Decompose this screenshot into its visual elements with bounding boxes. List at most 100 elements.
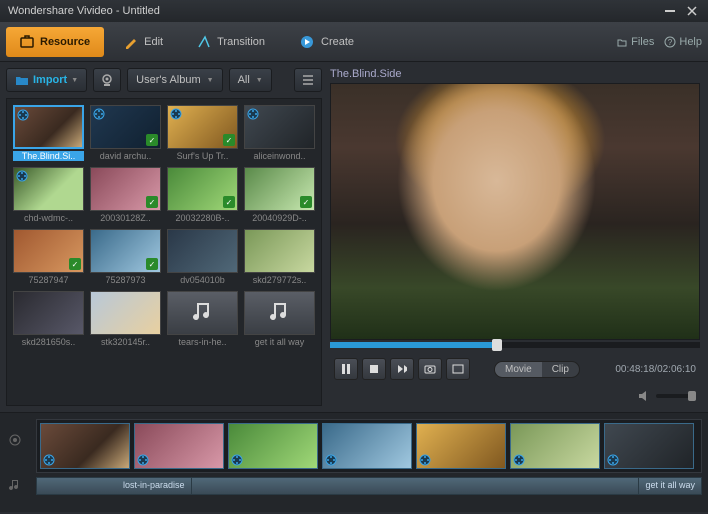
progress-handle[interactable] bbox=[492, 339, 502, 351]
timeline-clip[interactable] bbox=[322, 423, 412, 469]
next-button[interactable] bbox=[390, 358, 414, 380]
timeline-clip[interactable] bbox=[416, 423, 506, 469]
media-thumb[interactable]: chd-wdmc-.. bbox=[13, 167, 84, 223]
view-mode-button[interactable] bbox=[294, 68, 322, 92]
media-thumb[interactable]: aliceinwond.. bbox=[244, 105, 315, 161]
video-badge-icon bbox=[93, 108, 105, 120]
tab-label: Transition bbox=[217, 36, 265, 48]
thumb-label: 20040929D-.. bbox=[244, 213, 315, 223]
video-badge-icon bbox=[247, 108, 259, 120]
preview-viewport[interactable] bbox=[330, 83, 700, 340]
timeline-clip[interactable] bbox=[604, 423, 694, 469]
tab-resource[interactable]: Resource bbox=[6, 27, 104, 57]
thumb-label: Surf's Up Tr.. bbox=[167, 151, 238, 161]
check-icon: ✓ bbox=[146, 134, 158, 146]
tab-edit[interactable]: Edit bbox=[110, 27, 177, 57]
video-badge-icon bbox=[325, 454, 337, 466]
thumb-label: chd-wdmc-.. bbox=[13, 213, 84, 223]
thumb-image bbox=[244, 291, 315, 335]
help-icon: ? bbox=[664, 36, 676, 48]
media-thumb[interactable]: get it all way bbox=[244, 291, 315, 347]
progress-bar[interactable] bbox=[330, 342, 700, 348]
video-track[interactable] bbox=[36, 419, 702, 473]
audio-clip[interactable]: get it all way bbox=[638, 478, 701, 494]
timeline-clip[interactable] bbox=[228, 423, 318, 469]
tab-create[interactable]: Create bbox=[285, 27, 368, 57]
mode-clip[interactable]: Clip bbox=[542, 362, 579, 377]
music-icon bbox=[270, 301, 290, 325]
volume-icon[interactable] bbox=[638, 390, 652, 402]
media-thumb[interactable]: ✓ 20040929D-.. bbox=[244, 167, 315, 223]
timeline: lost-in-paradise get it all way bbox=[0, 412, 708, 512]
volume-slider[interactable] bbox=[656, 394, 696, 398]
list-icon bbox=[301, 74, 315, 86]
thumb-label: tears-in-he.. bbox=[167, 337, 238, 347]
media-thumb[interactable]: ✓75287973 bbox=[90, 229, 161, 285]
tab-transition[interactable]: Transition bbox=[183, 27, 279, 57]
timeline-clip[interactable] bbox=[40, 423, 130, 469]
timeline-settings-button[interactable] bbox=[5, 430, 25, 450]
filter-select[interactable]: All ▼ bbox=[229, 68, 272, 92]
audio-clip[interactable]: lost-in-paradise bbox=[117, 478, 192, 494]
files-button[interactable]: Files bbox=[616, 36, 654, 48]
thumb-label: 20032280B-.. bbox=[167, 213, 238, 223]
video-badge-icon bbox=[419, 454, 431, 466]
media-thumb[interactable]: ✓20030128Z.. bbox=[90, 167, 161, 223]
thumb-image: ✓ bbox=[167, 105, 238, 149]
help-label: Help bbox=[679, 36, 702, 48]
stop-button[interactable] bbox=[362, 358, 386, 380]
check-icon: ✓ bbox=[223, 196, 235, 208]
timeline-audio-button[interactable] bbox=[5, 475, 25, 495]
tab-label: Resource bbox=[40, 36, 90, 48]
media-thumb[interactable]: ✓75287947 bbox=[13, 229, 84, 285]
timeline-clip[interactable] bbox=[134, 423, 224, 469]
check-icon: ✓ bbox=[300, 196, 312, 208]
media-thumb[interactable]: ✓ 20032280B-.. bbox=[167, 167, 238, 223]
app-title: Wondershare Vivideo - Untitled bbox=[8, 5, 160, 17]
main-toolbar: Resource Edit Transition Create Files ? … bbox=[0, 22, 708, 62]
media-thumb[interactable]: dv054010b bbox=[167, 229, 238, 285]
video-badge-icon bbox=[231, 454, 243, 466]
media-thumb[interactable]: tears-in-he.. bbox=[167, 291, 238, 347]
preview-frame bbox=[331, 84, 699, 339]
check-icon: ✓ bbox=[146, 258, 158, 270]
thumb-image bbox=[167, 291, 238, 335]
help-button[interactable]: ? Help bbox=[664, 36, 702, 48]
media-thumb[interactable]: ✓david archu.. bbox=[90, 105, 161, 161]
thumb-image: ✓ bbox=[90, 229, 161, 273]
album-value: User's Album bbox=[136, 74, 200, 86]
import-button[interactable]: Import ▼ bbox=[6, 68, 87, 92]
thumb-image bbox=[244, 105, 315, 149]
video-badge-icon bbox=[607, 454, 619, 466]
pause-button[interactable] bbox=[334, 358, 358, 380]
create-icon bbox=[299, 34, 315, 50]
import-label: Import bbox=[33, 74, 67, 86]
check-icon: ✓ bbox=[146, 196, 158, 208]
mode-movie[interactable]: Movie bbox=[495, 362, 542, 377]
check-icon: ✓ bbox=[69, 258, 81, 270]
media-thumb[interactable]: The.Blind.Si.. bbox=[13, 105, 84, 161]
chevron-down-icon: ▼ bbox=[207, 77, 214, 84]
audio-track[interactable]: lost-in-paradise get it all way bbox=[36, 477, 702, 495]
thumb-label: stk320145r.. bbox=[90, 337, 161, 347]
chevron-down-icon: ▼ bbox=[71, 77, 78, 84]
edit-icon bbox=[124, 35, 138, 49]
files-icon bbox=[616, 36, 628, 48]
preview-mode-toggle[interactable]: Movie Clip bbox=[494, 361, 580, 378]
media-thumb[interactable]: ✓ Surf's Up Tr.. bbox=[167, 105, 238, 161]
thumb-image bbox=[13, 105, 84, 149]
thumb-image bbox=[13, 291, 84, 335]
timeline-clip[interactable] bbox=[510, 423, 600, 469]
close-button[interactable] bbox=[684, 3, 700, 19]
media-thumb[interactable]: skd279772s.. bbox=[244, 229, 315, 285]
titlebar: Wondershare Vivideo - Untitled bbox=[0, 0, 708, 22]
volume-handle[interactable] bbox=[688, 391, 696, 401]
media-thumb[interactable]: stk320145r.. bbox=[90, 291, 161, 347]
fullscreen-button[interactable] bbox=[446, 358, 470, 380]
media-thumb[interactable]: skd281650s.. bbox=[13, 291, 84, 347]
webcam-button[interactable] bbox=[93, 68, 121, 92]
snapshot-button[interactable] bbox=[418, 358, 442, 380]
minimize-button[interactable] bbox=[662, 3, 678, 19]
resource-panel: Import ▼ User's Album ▼ All ▼ The.Blind.… bbox=[0, 62, 328, 412]
album-select[interactable]: User's Album ▼ bbox=[127, 68, 222, 92]
